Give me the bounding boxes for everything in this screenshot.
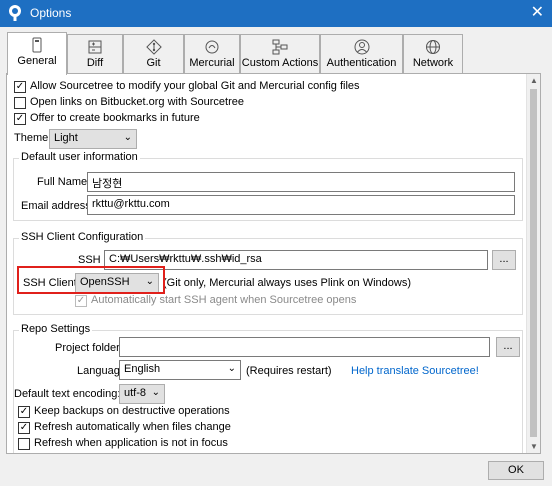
translate-link[interactable]: Help translate Sourcetree! — [351, 365, 479, 377]
ssh-client-note: (Git only, Mercurial always uses Plink o… — [163, 277, 411, 289]
tab-mercurial[interactable]: Mercurial — [184, 34, 240, 74]
allow-config-label: Allow Sourcetree to modify your global G… — [30, 80, 360, 92]
open-links-label: Open links on Bitbucket.org with Sourcet… — [30, 96, 245, 108]
phone-icon — [32, 37, 42, 53]
user-info-title: Default user information — [19, 151, 140, 163]
chevron-down-icon: ⌄ — [151, 387, 160, 398]
ssh-key-browse-button[interactable]: ... — [492, 250, 516, 270]
offer-bookmarks-checkbox[interactable]: ✓ — [14, 113, 26, 125]
auto-agent-label: Automatically start SSH agent when Sourc… — [91, 294, 357, 306]
general-panel: ✓ Allow Sourcetree to modify your global… — [6, 73, 541, 454]
mercurial-icon — [205, 40, 219, 54]
scroll-down-icon[interactable]: ▼ — [530, 442, 538, 451]
email-label: Email address: — [21, 200, 94, 212]
theme-label: Theme: — [14, 132, 52, 144]
language-select[interactable]: English ⌄ — [119, 360, 241, 380]
chevron-down-icon: ⌄ — [227, 363, 236, 374]
highlight-box — [17, 266, 165, 294]
project-folder-label: Project folder: — [55, 342, 123, 354]
repo-title: Repo Settings — [19, 323, 93, 335]
globe-icon — [426, 40, 440, 54]
diff-icon — [88, 40, 102, 54]
theme-select[interactable]: Light ⌄ — [49, 129, 137, 149]
tab-git[interactable]: Git — [123, 34, 184, 74]
tab-custom-actions[interactable]: Custom Actions — [240, 34, 320, 74]
tab-general[interactable]: General — [7, 32, 67, 75]
window-title: Options — [30, 6, 72, 20]
scroll-up-icon[interactable]: ▲ — [530, 76, 538, 85]
encoding-label: Default text encoding: — [14, 388, 121, 400]
refresh-focus-checkbox[interactable] — [18, 438, 30, 450]
keep-backups-checkbox[interactable]: ✓ — [18, 406, 30, 418]
ok-button[interactable]: OK — [488, 461, 544, 480]
open-links-checkbox[interactable] — [14, 97, 26, 109]
tab-diff[interactable]: Diff — [67, 34, 123, 74]
vertical-scrollbar[interactable]: ▲ ▼ — [526, 74, 540, 453]
language-note: (Requires restart) — [246, 365, 332, 377]
refresh-focus-label: Refresh when application is not in focus — [34, 437, 228, 449]
close-icon[interactable]: ✕ — [531, 3, 544, 23]
project-folder-input[interactable] — [119, 337, 490, 357]
keep-backups-label: Keep backups on destructive operations — [34, 405, 230, 417]
scrollbar-thumb[interactable] — [530, 89, 537, 437]
auto-agent-checkbox[interactable]: ✓ — [75, 295, 87, 307]
encoding-select[interactable]: utf-8 ⌄ — [119, 384, 165, 404]
chevron-down-icon: ⌄ — [123, 132, 132, 143]
title-bar: Options ✕ — [0, 0, 552, 27]
full-name-label: Full Name: — [37, 176, 91, 188]
project-folder-browse-button[interactable]: ... — [496, 337, 520, 357]
git-icon — [145, 39, 162, 55]
tab-authentication[interactable]: Authentication — [320, 34, 403, 74]
tab-network[interactable]: Network — [403, 34, 463, 74]
user-icon — [354, 39, 369, 55]
sourcetree-logo-icon — [9, 5, 21, 21]
refresh-auto-label: Refresh automatically when files change — [34, 421, 231, 433]
allow-config-checkbox[interactable]: ✓ — [14, 81, 26, 93]
full-name-input[interactable]: 남정현 — [87, 172, 515, 192]
ssh-title: SSH Client Configuration — [19, 231, 146, 243]
flow-icon — [272, 39, 288, 55]
refresh-auto-checkbox[interactable]: ✓ — [18, 422, 30, 434]
email-input[interactable]: rkttu@rkttu.com — [87, 195, 515, 215]
offer-bookmarks-label: Offer to create bookmarks in future — [30, 112, 200, 124]
